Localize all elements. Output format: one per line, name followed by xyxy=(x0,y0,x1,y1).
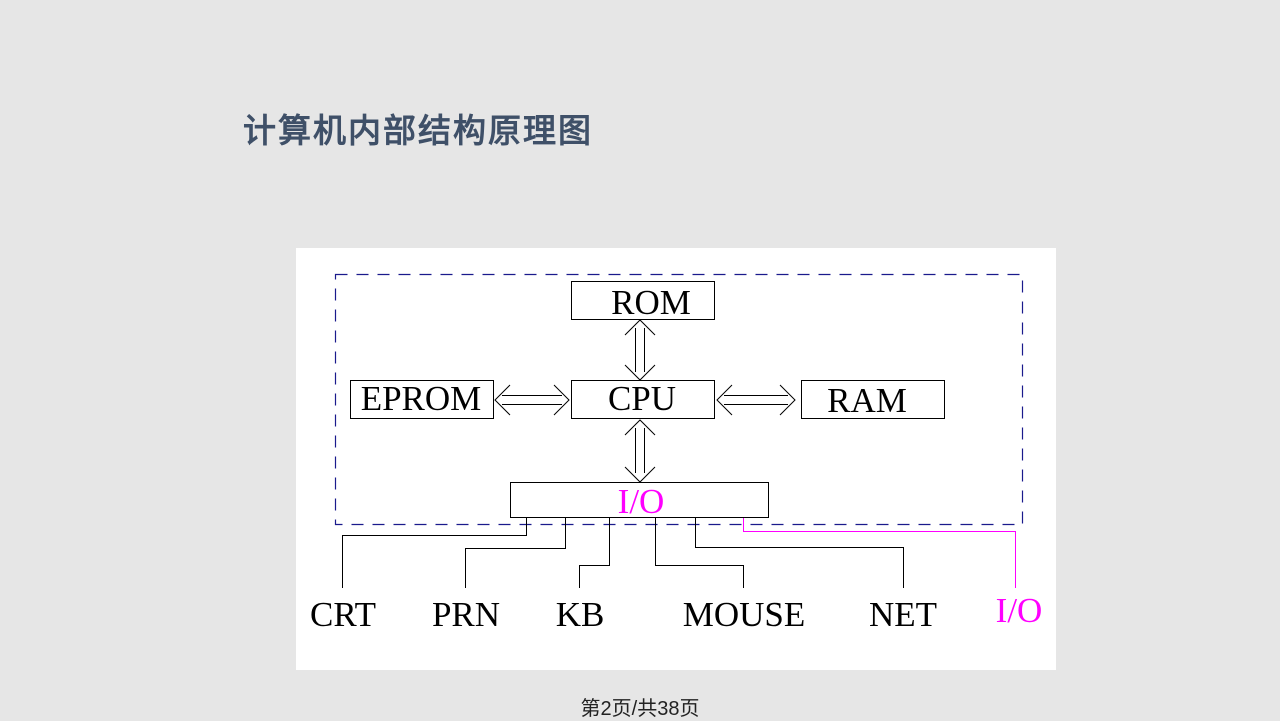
arrow-rom-cpu xyxy=(624,319,656,381)
architecture-diagram: ROM CPU EPROM RAM I/O CRT PRN KB MOUSE N… xyxy=(310,273,1043,634)
line-io-external xyxy=(743,518,1016,588)
device-kb: KB xyxy=(556,595,605,634)
device-io-external: I/O xyxy=(996,591,1043,630)
eprom-box: EPROM xyxy=(350,379,494,419)
page-indicator: 第2页/共38页 xyxy=(580,698,700,720)
line-io-prn xyxy=(465,518,566,588)
slide-title: 计算机内部结构原理图 xyxy=(243,111,593,150)
device-net: NET xyxy=(869,595,937,634)
ram-box: RAM xyxy=(801,380,945,420)
line-io-kb xyxy=(579,518,610,588)
io-label: I/O xyxy=(618,482,665,521)
eprom-label: EPROM xyxy=(361,379,482,418)
device-mouse: MOUSE xyxy=(683,595,806,634)
device-crt: CRT xyxy=(310,595,376,634)
cpu-box: CPU xyxy=(571,379,715,419)
ram-label: RAM xyxy=(827,381,907,420)
line-io-crt xyxy=(342,518,527,588)
arrow-eprom-cpu xyxy=(494,384,570,416)
line-io-mouse xyxy=(655,518,744,588)
line-io-net xyxy=(695,518,904,588)
cpu-label: CPU xyxy=(608,379,676,418)
arrow-cpu-ram xyxy=(716,384,796,416)
io-box: I/O xyxy=(510,482,769,521)
device-prn: PRN xyxy=(432,595,500,634)
rom-label: ROM xyxy=(611,283,691,322)
arrow-cpu-io xyxy=(624,419,656,483)
diagram-panel: ROM CPU EPROM RAM I/O CRT PRN KB MOUSE N… xyxy=(296,248,1056,670)
rom-box: ROM xyxy=(571,281,715,322)
